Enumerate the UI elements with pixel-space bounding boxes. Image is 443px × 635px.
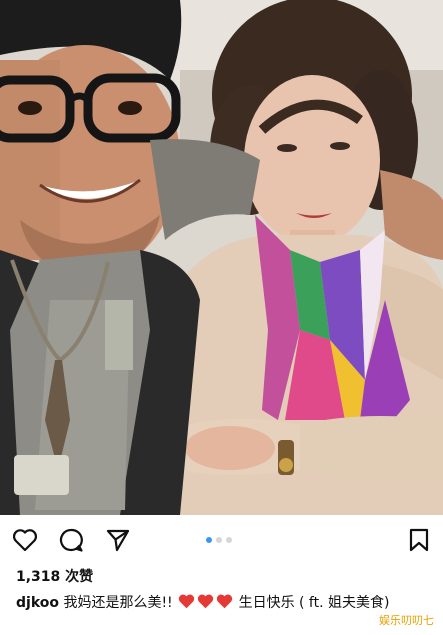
caption-text-part1: 我妈还是那么美!! <box>59 595 178 611</box>
red-heart-emoji-icon <box>197 594 214 609</box>
caption-username[interactable]: djkoo <box>16 595 59 611</box>
heart-outline-icon <box>12 529 38 552</box>
red-heart-emoji-icon <box>216 594 233 609</box>
carousel-dot-active <box>206 537 212 543</box>
bookmark-icon <box>409 528 429 552</box>
send-paper-plane-icon <box>106 529 130 552</box>
like-button[interactable] <box>9 524 41 556</box>
red-heart-emoji-icon <box>178 594 195 609</box>
save-button[interactable] <box>403 524 435 556</box>
caption-text-part2: 生日快乐 ( ft. 姐夫美食) <box>234 595 390 611</box>
post-photo[interactable] <box>0 0 443 515</box>
post-caption: djkoo 我妈还是那么美!! 生日快乐 ( ft. 姐夫美食) <box>16 593 431 613</box>
photo-illustration <box>0 0 443 515</box>
comment-button[interactable] <box>55 524 87 556</box>
share-button[interactable] <box>102 524 134 556</box>
comment-bubble-icon <box>59 528 83 552</box>
carousel-indicator <box>206 536 240 544</box>
carousel-dot <box>216 537 222 543</box>
like-count[interactable]: 1,318 次赞 <box>16 568 93 586</box>
watermark-text: 娱乐叨叨七 <box>376 611 437 629</box>
post-action-bar <box>0 515 443 565</box>
carousel-dot <box>226 537 232 543</box>
